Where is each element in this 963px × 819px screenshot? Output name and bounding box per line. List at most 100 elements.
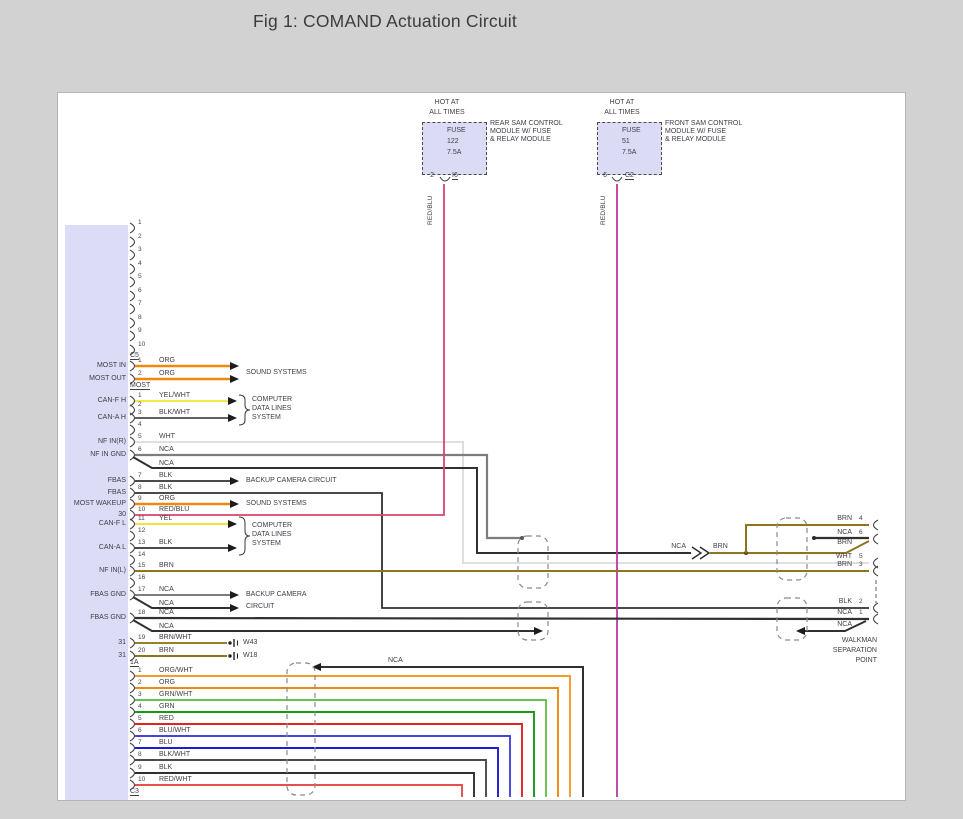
- pin-number: 3: [138, 246, 142, 254]
- splice-nca-label: NCA: [648, 543, 686, 551]
- wire-color-label: ORG: [159, 495, 175, 503]
- wire-color-label: BLK: [159, 484, 172, 492]
- signal-label: 31: [50, 652, 126, 660]
- pin-number: 6: [138, 287, 142, 295]
- module-name-line: MODULE W/ FUSE: [490, 128, 551, 136]
- pin-number: 15: [138, 562, 145, 570]
- signal-label: MOST IN: [50, 362, 126, 370]
- connector-id: C3: [130, 788, 139, 796]
- fuse-label: FUSE: [447, 127, 466, 135]
- module-name-line: MODULE W/ FUSE: [665, 128, 726, 136]
- pin-number: 10: [138, 341, 145, 349]
- wire-color-label: GRN: [159, 703, 175, 711]
- signal-label: FBAS: [50, 489, 126, 497]
- fuse-pin: 2: [424, 172, 434, 180]
- pin-number: 2: [138, 233, 142, 241]
- pin-number: 9: [138, 327, 142, 335]
- fan-nca-label: NCA: [388, 657, 403, 665]
- connector-id: MOST: [130, 382, 150, 390]
- signal-label: NF IN GND: [50, 451, 126, 459]
- pin-number: 3: [138, 691, 142, 699]
- wire-color-label: RED/BLU: [427, 185, 435, 225]
- wire-color-label: WHT: [159, 433, 175, 441]
- dest-computer-line: SYSTEM: [252, 540, 281, 548]
- signal-label: NF IN(R): [50, 438, 126, 446]
- walkman-note-line: WALKMAN: [789, 637, 877, 645]
- wire-color-label: WHT: [800, 553, 852, 561]
- wire-color-label: BLU/WHT: [159, 727, 191, 735]
- pin-number: 1: [138, 392, 142, 400]
- dest-sound-systems: SOUND SYSTEMS: [246, 369, 307, 377]
- all-times-label: ALL TIMES: [595, 109, 649, 117]
- pin-number: 6: [859, 529, 863, 537]
- wire-color-label: NCA: [159, 460, 174, 468]
- pin-number: 2: [138, 370, 142, 378]
- wire-color-label: NCA: [159, 586, 174, 594]
- signal-label: 31: [50, 639, 126, 647]
- hot-at-label: HOT AT: [420, 99, 474, 107]
- signal-label: FBAS: [50, 477, 126, 485]
- signal-label: CAN-A H: [50, 414, 126, 422]
- pin-number: 16: [138, 574, 145, 582]
- pin-number: 3: [138, 409, 142, 417]
- walkman-note-line: SEPARATION: [789, 647, 877, 655]
- walkman-note-line: POINT: [789, 657, 877, 665]
- wire-color-label: ORG: [159, 357, 175, 365]
- connector-id: 1A: [130, 659, 139, 667]
- module-name-line: & RELAY MODULE: [490, 136, 551, 144]
- wire-color-label: NCA: [159, 623, 174, 631]
- pin-number: 19: [138, 634, 145, 642]
- pin-number: 1: [138, 667, 142, 675]
- wire-color-label: BLK: [159, 539, 172, 547]
- pin-number: 10: [138, 776, 145, 784]
- pin-number: 5: [138, 433, 142, 441]
- wire-color-label: BRN: [800, 515, 852, 523]
- signal-label: CAN-F H: [50, 397, 126, 405]
- wire-color-label: BLU: [159, 739, 173, 747]
- pin-number: 11: [138, 515, 145, 523]
- pin-number: 4: [859, 515, 863, 523]
- wire-color-label: RED: [159, 715, 174, 723]
- signal-label: FBAS GND: [50, 591, 126, 599]
- dest-computer-line: DATA LINES: [252, 405, 291, 413]
- module-name-line: FRONT SAM CONTROL: [665, 120, 742, 128]
- pin-number: 2: [138, 679, 142, 687]
- dest-computer-line: DATA LINES: [252, 531, 291, 539]
- pin-number: 5: [859, 553, 863, 561]
- pin-number: 18: [138, 609, 145, 617]
- pin-number: 5: [138, 273, 142, 281]
- pin-number: 1: [138, 219, 142, 227]
- signal-label: MOST WAKEUP: [50, 500, 126, 508]
- fuse-label: FUSE: [622, 127, 641, 135]
- signal-label: 30: [50, 511, 126, 519]
- hot-at-label: HOT AT: [595, 99, 649, 107]
- dest-backup-camera: BACKUP CAMERA CIRCUIT: [246, 477, 337, 485]
- wire-color-label: BLK/WHT: [159, 751, 190, 759]
- dest-computer-line: COMPUTER: [252, 522, 292, 530]
- module-name-line: REAR SAM CONTROL: [490, 120, 563, 128]
- signal-label: CAN-A L: [50, 544, 126, 552]
- wire-color-label: RED/WHT: [159, 776, 192, 784]
- wire-color-label: GRN/WHT: [159, 691, 192, 699]
- ground-id: W43: [243, 639, 257, 647]
- pin-number: 5: [138, 715, 142, 723]
- pin-number: 2: [859, 598, 863, 606]
- signal-label: MOST OUT: [50, 375, 126, 383]
- fuse-rating: 7.5A: [447, 149, 461, 157]
- pin-number: 8: [138, 314, 142, 322]
- wire-color-label: NCA: [159, 446, 174, 454]
- all-times-label: ALL TIMES: [420, 109, 474, 117]
- pin-number: 8: [138, 751, 142, 759]
- wire-color-label: YEL/WHT: [159, 392, 190, 400]
- wire-color-label: YEL: [159, 515, 172, 523]
- pin-number: 17: [138, 586, 145, 594]
- wire-color-label: BRN: [800, 561, 852, 569]
- pin-number: 7: [138, 300, 142, 308]
- pin-number: 8: [138, 484, 142, 492]
- pin-number: 2: [138, 401, 142, 409]
- fuse-number: 51: [622, 138, 630, 146]
- pin-number: 1: [859, 609, 863, 617]
- connector-id: MOST: [130, 382, 150, 390]
- signal-label: CAN-F L: [50, 520, 126, 528]
- signal-label: FBAS GND: [50, 614, 126, 622]
